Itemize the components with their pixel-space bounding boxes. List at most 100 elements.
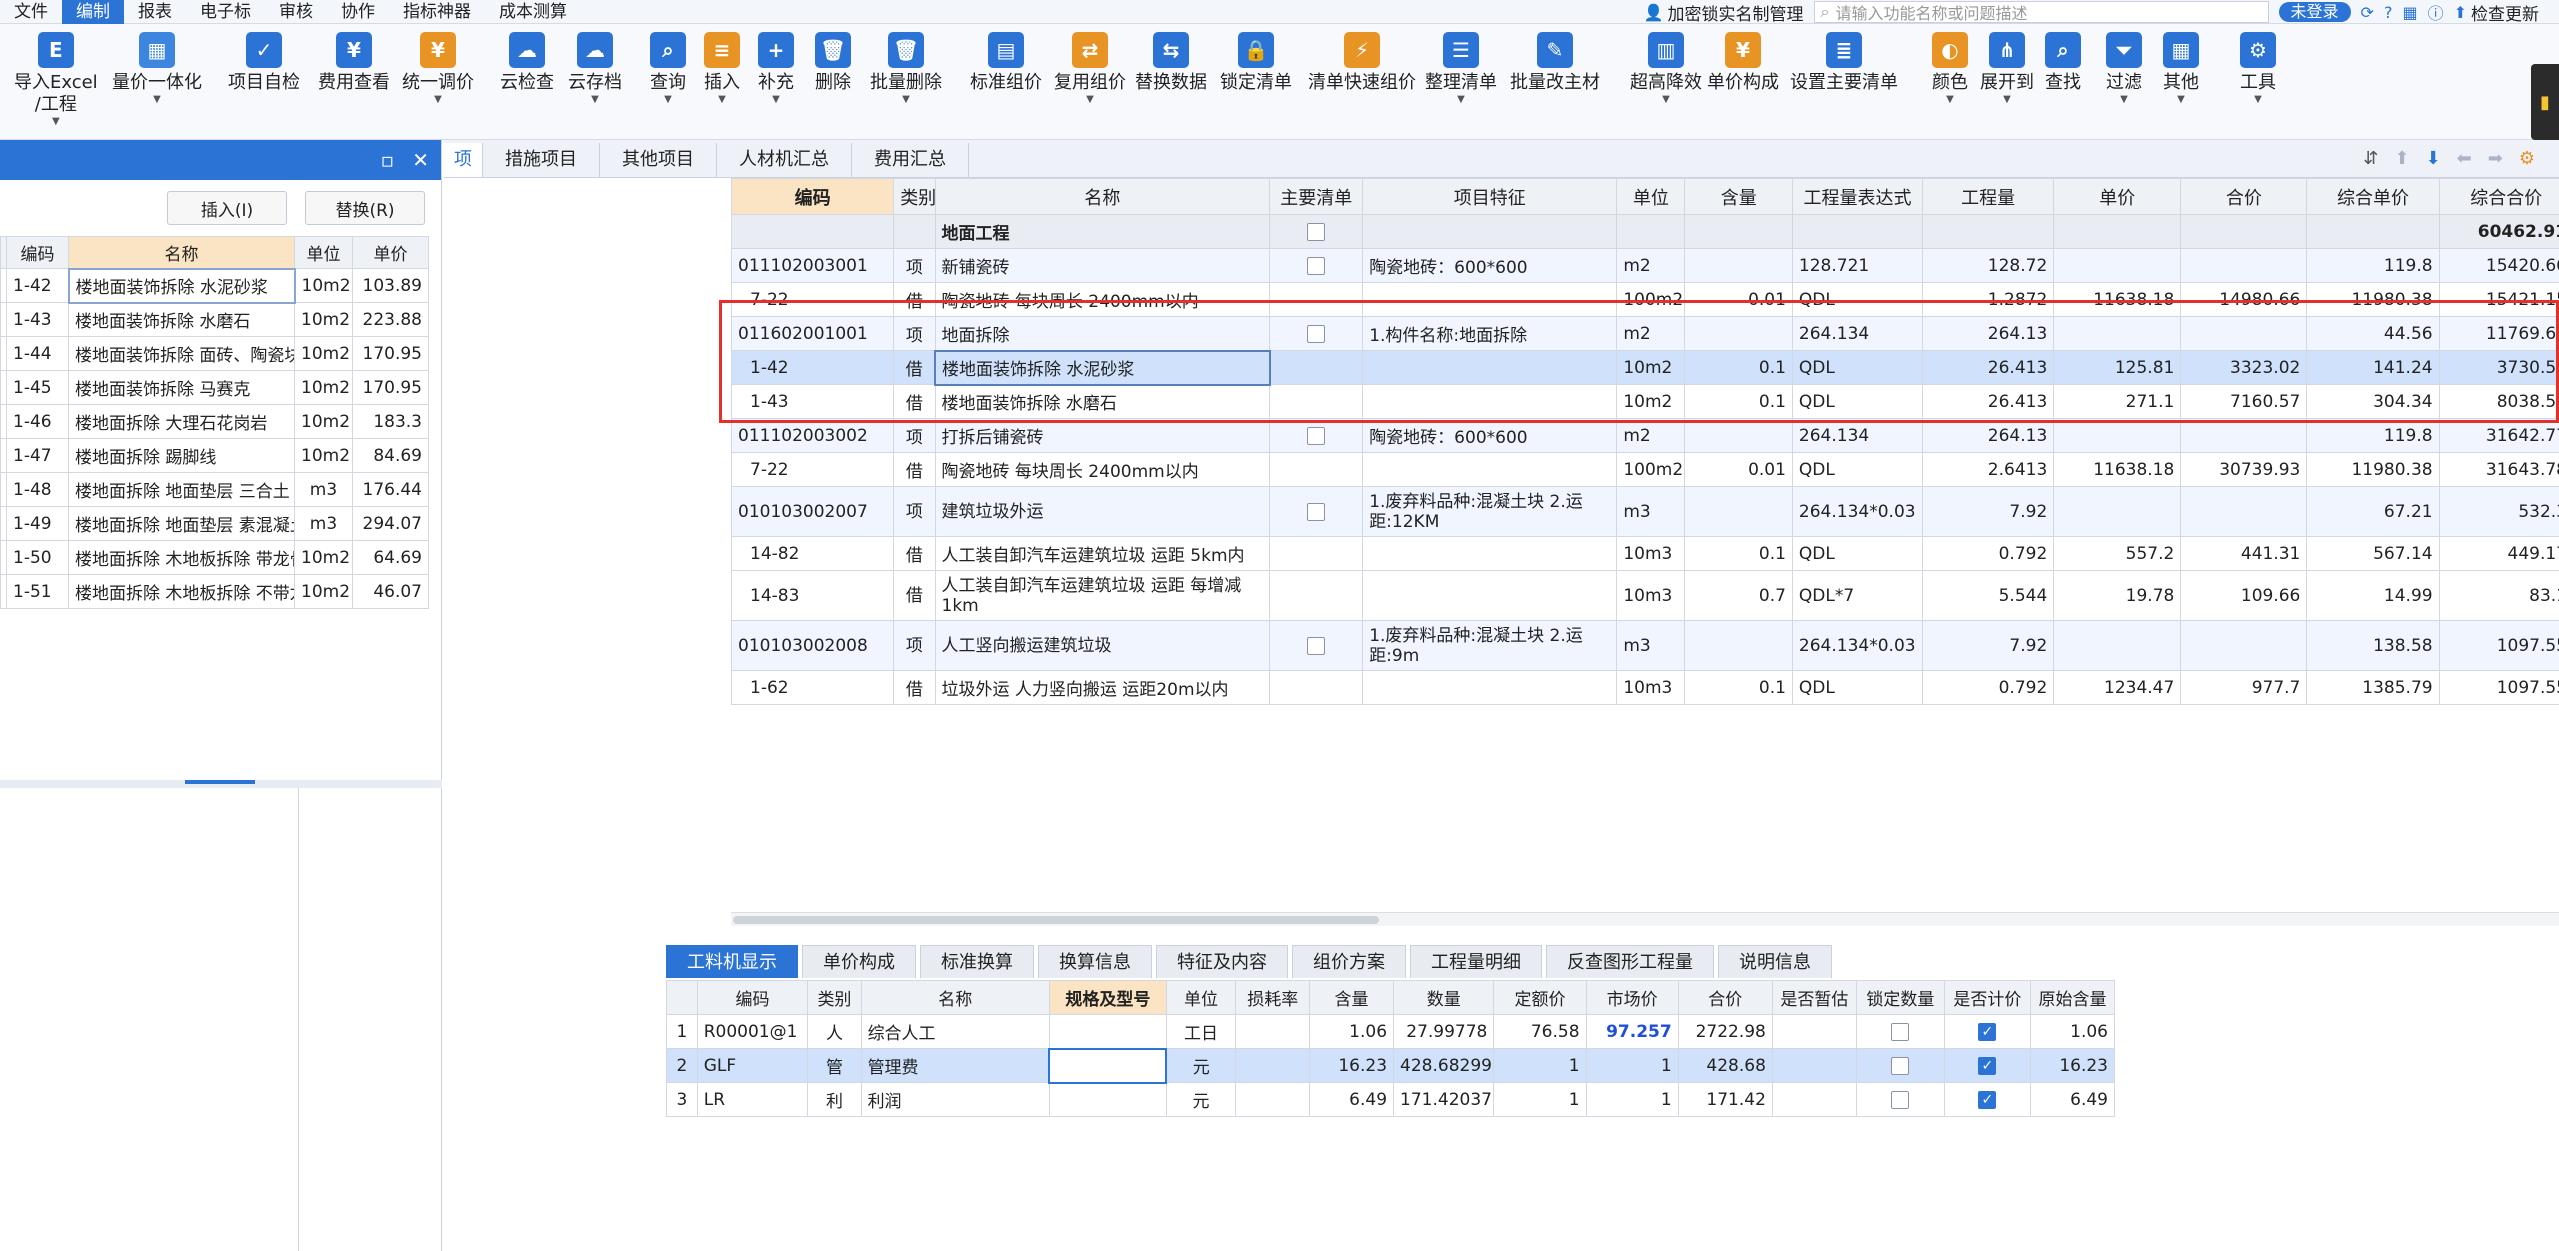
column-header[interactable]: 锁定数量 bbox=[1855, 980, 1945, 1015]
table-row[interactable]: 14-83 借人工装自卸汽车运建筑垃圾 运距 每增减1km 10m3 0.7 QDL*7… bbox=[731, 570, 2559, 621]
table-cell[interactable]: 0.01 bbox=[1684, 452, 1793, 487]
tool-button-13[interactable]: ⇄ 复用组价 ▼ bbox=[1054, 32, 1126, 106]
table-cell[interactable]: 7-22 bbox=[731, 282, 895, 317]
table-row[interactable]: 1-46 楼地面拆除 大理石花岗岩 10m2 183.3 bbox=[0, 404, 429, 439]
detail-tab-6[interactable]: 工程量明细 bbox=[1410, 945, 1542, 978]
table-cell[interactable]: 1.废弃料品种:混凝土块 2.运距:12KM bbox=[1362, 486, 1618, 537]
table-cell[interactable] bbox=[1771, 1014, 1857, 1049]
column-header[interactable]: 综合合价 bbox=[2438, 178, 2559, 215]
menu-item-7[interactable]: 成本测算 bbox=[485, 0, 581, 24]
table-cell[interactable]: ✓ bbox=[1943, 1014, 2031, 1049]
table-cell[interactable]: LR bbox=[696, 1082, 809, 1117]
detail-tab-8[interactable]: 说明信息 bbox=[1718, 945, 1832, 978]
table-cell[interactable]: 10m3 bbox=[1616, 570, 1686, 621]
table-cell[interactable]: 125.81 bbox=[2053, 350, 2182, 385]
move-left-icon[interactable]: ⬅ bbox=[2457, 148, 2472, 169]
table-cell[interactable]: 0.7 bbox=[1684, 570, 1793, 621]
column-header[interactable]: 单价 bbox=[2053, 178, 2182, 215]
table-cell[interactable]: 44.56 bbox=[2306, 316, 2440, 351]
table-cell[interactable]: 10m2 bbox=[294, 438, 353, 473]
table-cell[interactable]: 11638.18 bbox=[2053, 452, 2182, 487]
table-cell[interactable]: 97.257 bbox=[1585, 1014, 1679, 1049]
table-cell[interactable] bbox=[1269, 316, 1364, 351]
tool-button-20[interactable]: ¥ 单价构成 bbox=[1707, 32, 1779, 94]
refresh-icon[interactable]: ⟳ bbox=[2361, 3, 2374, 22]
lock-quantity-checkbox[interactable] bbox=[1891, 1056, 1910, 1075]
table-cell[interactable] bbox=[1048, 1082, 1167, 1117]
table-cell[interactable]: 0.1 bbox=[1684, 350, 1793, 385]
table-cell[interactable] bbox=[1362, 214, 1618, 249]
tool-button-8[interactable]: ≡ 插入 ▼ bbox=[704, 32, 740, 106]
table-row[interactable]: 1-45 楼地面装饰拆除 马赛克 10m2 170.95 bbox=[0, 370, 429, 405]
table-cell[interactable]: 0.1 bbox=[1684, 536, 1793, 571]
column-settings-icon[interactable]: ⇵ bbox=[2363, 148, 2378, 169]
tool-button-2[interactable]: ✓ 项目自检 bbox=[228, 32, 300, 94]
tab-2[interactable]: 其他项目 bbox=[600, 143, 717, 177]
table-row[interactable]: 1-47 楼地面拆除 踢脚线 10m2 84.69 bbox=[0, 438, 429, 473]
table-cell[interactable]: 109.66 bbox=[2180, 570, 2308, 621]
table-cell[interactable]: 11638.18 bbox=[2053, 282, 2182, 317]
table-cell[interactable]: 2.6413 bbox=[1922, 452, 2055, 487]
column-header[interactable]: 编码 bbox=[731, 178, 895, 215]
table-cell[interactable] bbox=[1048, 1014, 1167, 1049]
table-cell[interactable]: 304.34 bbox=[2306, 384, 2440, 419]
table-cell[interactable] bbox=[1269, 418, 1364, 453]
table-cell[interactable]: 1-51 bbox=[6, 574, 69, 609]
tool-button-7[interactable]: ⌕ 查询 ▼ bbox=[650, 32, 686, 106]
table-cell[interactable]: 428.68 bbox=[1677, 1048, 1773, 1083]
table-cell[interactable]: 1-43 bbox=[6, 302, 69, 337]
table-cell[interactable]: 264.134 bbox=[1791, 418, 1924, 453]
column-header[interactable]: 编码 bbox=[6, 236, 69, 269]
table-cell[interactable]: 532.3 bbox=[2438, 486, 2559, 537]
table-cell[interactable] bbox=[1684, 214, 1793, 249]
table-cell[interactable]: GLF bbox=[696, 1048, 809, 1083]
table-cell[interactable]: 1.构件名称:地面拆除 bbox=[1362, 316, 1618, 351]
table-cell[interactable]: 楼地面装饰拆除 水磨石 bbox=[934, 384, 1271, 419]
table-cell[interactable] bbox=[1771, 1082, 1857, 1117]
tool-button-10[interactable]: 🗑 删除 bbox=[815, 32, 851, 94]
table-cell[interactable]: 010103002007 bbox=[731, 486, 895, 537]
table-cell[interactable] bbox=[1269, 282, 1364, 317]
table-cell[interactable] bbox=[2053, 620, 2182, 671]
table-cell[interactable]: 陶瓷地砖：600*600 bbox=[1362, 418, 1618, 453]
column-header[interactable]: 合价 bbox=[1677, 980, 1773, 1015]
table-cell[interactable]: 1-50 bbox=[6, 540, 69, 575]
table-cell[interactable] bbox=[1269, 350, 1364, 385]
table-cell[interactable]: 7.92 bbox=[1922, 486, 2055, 537]
table-row[interactable]: 1-62 借垃圾外运 人力竖向搬运 运距20m以内 10m3 0.1 QDL 0.792 1… bbox=[731, 670, 2559, 705]
table-cell[interactable]: 19.78 bbox=[2053, 570, 2182, 621]
table-cell[interactable]: 64.69 bbox=[352, 540, 429, 575]
table-row[interactable]: 1-48 楼地面拆除 地面垫层 三合土 m3 176.44 bbox=[0, 472, 429, 507]
table-row[interactable]: 7-22 借陶瓷地砖 每块周长 2400mm以内 100m2 0.01 QDL 1.287… bbox=[731, 282, 2559, 317]
tool-button-26[interactable]: ▦ 其他 ▼ bbox=[2163, 32, 2199, 106]
table-cell[interactable]: 项 bbox=[893, 620, 936, 671]
table-cell[interactable]: 借 bbox=[893, 282, 936, 317]
table-cell[interactable]: 428.68299 bbox=[1393, 1048, 1495, 1083]
tool-button-21[interactable]: ≣ 设置主要清单 bbox=[1790, 32, 1898, 94]
price-count-checkbox[interactable]: ✓ bbox=[1978, 1022, 1997, 1041]
dropdown-caret-icon[interactable]: ▼ bbox=[1457, 94, 1465, 106]
table-cell[interactable]: 楼地面装饰拆除 水磨石 bbox=[68, 302, 295, 337]
table-cell[interactable]: 借 bbox=[893, 452, 936, 487]
table-cell[interactable]: 楼地面装饰拆除 马赛克 bbox=[68, 370, 295, 405]
table-cell[interactable]: 170.95 bbox=[352, 336, 429, 371]
tool-button-24[interactable]: ⌕ 查找 bbox=[2045, 32, 2081, 94]
tool-button-22[interactable]: ◐ 颜色 ▼ bbox=[1932, 32, 1968, 106]
close-icon[interactable]: ✕ bbox=[412, 148, 429, 172]
column-header[interactable]: 单位 bbox=[1616, 178, 1686, 215]
table-cell[interactable]: QDL*7 bbox=[1791, 570, 1924, 621]
column-header[interactable]: 定额价 bbox=[1493, 980, 1587, 1015]
table-cell[interactable]: 陶瓷地砖：600*600 bbox=[1362, 248, 1618, 283]
column-header[interactable]: 数量 bbox=[1393, 980, 1495, 1015]
table-cell[interactable] bbox=[1048, 1047, 1168, 1084]
table-cell[interactable]: 新铺瓷砖 bbox=[934, 248, 1271, 283]
column-header[interactable]: 编码 bbox=[696, 980, 809, 1015]
table-row[interactable]: 1-42 借楼地面装饰拆除 水泥砂浆 10m2 0.1 QDL 26.413 125.81 3… bbox=[731, 349, 2559, 386]
dropdown-caret-icon[interactable]: ▼ bbox=[1086, 94, 1094, 106]
column-header[interactable]: 单位 bbox=[294, 236, 353, 269]
table-cell[interactable]: 1385.79 bbox=[2306, 670, 2440, 705]
dropdown-caret-icon[interactable]: ▼ bbox=[2177, 94, 2185, 106]
table-cell[interactable] bbox=[1362, 570, 1618, 621]
table-cell[interactable]: 567.14 bbox=[2306, 536, 2440, 571]
table-cell[interactable]: 10m2 bbox=[294, 540, 353, 575]
